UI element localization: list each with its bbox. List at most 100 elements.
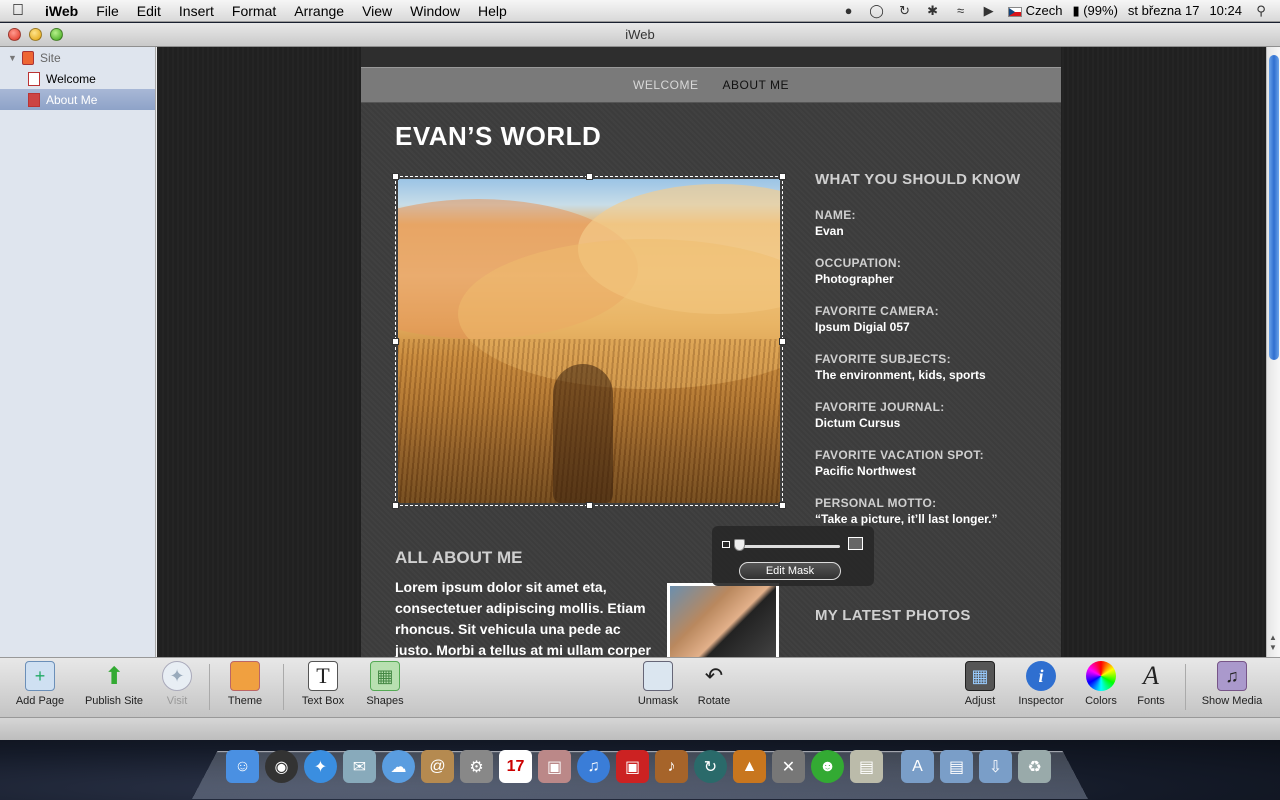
fact-journal: FAVORITE JOURNAL: Dictum Cursus xyxy=(815,400,945,430)
iphoto-icon[interactable]: ▣ xyxy=(538,750,571,783)
fact-occupation: OCCUPATION: Photographer xyxy=(815,256,902,286)
menu-app[interactable]: iWeb xyxy=(36,3,87,19)
apple-menu-icon[interactable]:  xyxy=(0,2,36,20)
add-page-icon: + xyxy=(25,661,55,691)
close-window-button[interactable] xyxy=(8,28,21,41)
resize-handle[interactable] xyxy=(586,173,593,180)
rotate-icon: ↶ xyxy=(704,663,724,688)
dock: ☺ ◉ ✦ ✉ ☁ @ ⚙ 17 ▣ ♫ ▣ ♪ ↻ ▲ ✕ ☻ ▤ A ▤ ⇩… xyxy=(226,750,1051,783)
desert-landscape-photo[interactable] xyxy=(398,179,780,503)
fact-name: NAME: Evan xyxy=(815,208,856,238)
site-navbar: WELCOME ABOUT ME xyxy=(361,67,1061,103)
latest-photos-heading[interactable]: MY LATEST PHOTOS xyxy=(815,607,971,624)
site-sidebar: ▼ Site Welcome About Me xyxy=(0,47,156,657)
scroll-arrows-icon[interactable]: ▲ ▼ xyxy=(1269,633,1277,653)
photographer-photo[interactable] xyxy=(667,583,779,657)
x11-icon[interactable]: ✕ xyxy=(772,750,805,783)
resize-handle[interactable] xyxy=(586,502,593,509)
input-language[interactable]: Czech xyxy=(1007,3,1062,18)
media-icon: ♫ xyxy=(1217,661,1247,691)
resize-handle[interactable] xyxy=(779,502,786,509)
czech-flag-icon xyxy=(1007,6,1022,17)
garageband-icon[interactable]: ♪ xyxy=(655,750,688,783)
mask-size-slider[interactable] xyxy=(738,545,840,548)
person-page-icon xyxy=(28,92,40,107)
menu-bar:  iWeb File Edit Insert Format Arrange V… xyxy=(0,0,1280,22)
iweb-dock-icon[interactable]: ▲ xyxy=(733,750,766,783)
add-page-button[interactable]: + Add Page xyxy=(0,661,80,707)
rotate-button[interactable]: ↶ Rotate xyxy=(674,661,754,707)
spotlight-search-icon[interactable]: ⚲ xyxy=(1252,3,1270,19)
vertical-scrollbar[interactable]: ▲ ▼ xyxy=(1266,47,1280,657)
volume-icon[interactable]: ▶ xyxy=(980,3,998,19)
mail-icon[interactable]: ✉ xyxy=(343,750,376,783)
sidebar-item-welcome[interactable]: Welcome xyxy=(0,68,155,89)
site-icon xyxy=(22,50,34,65)
sidebar-site[interactable]: ▼ Site xyxy=(0,47,155,68)
menu-view[interactable]: View xyxy=(353,3,401,19)
page-canvas[interactable]: WELCOME ABOUT ME EVAN’S WORLD WHAT YOU S… xyxy=(157,47,1266,657)
edit-mask-button[interactable]: Edit Mask xyxy=(739,562,841,580)
robot-status-icon[interactable]: ● xyxy=(840,3,858,19)
about-heading[interactable]: ALL ABOUT ME xyxy=(395,548,523,568)
time-machine-dock-icon[interactable]: ↻ xyxy=(694,750,727,783)
selected-photo-frame[interactable] xyxy=(392,173,786,509)
address-book-icon[interactable]: @ xyxy=(421,750,454,783)
resize-handle[interactable] xyxy=(392,173,399,180)
menu-window[interactable]: Window xyxy=(401,3,469,19)
safari-icon[interactable]: ✦ xyxy=(304,750,337,783)
show-media-button[interactable]: ♫ Show Media xyxy=(1192,661,1272,707)
resize-handle[interactable] xyxy=(392,338,399,345)
battery-icon: ▮ xyxy=(1072,2,1080,18)
text-box-icon: T xyxy=(308,661,338,691)
trash-icon[interactable]: ♻ xyxy=(1018,750,1051,783)
itunes-icon[interactable]: ♫ xyxy=(577,750,610,783)
menu-file[interactable]: File xyxy=(87,3,128,19)
resize-handle[interactable] xyxy=(779,173,786,180)
site-title[interactable]: EVAN’S WORLD xyxy=(395,121,601,152)
preview-icon[interactable]: ▤ xyxy=(850,750,883,783)
applications-folder-icon[interactable]: A xyxy=(901,750,934,783)
dashboard-icon[interactable]: ◉ xyxy=(265,750,298,783)
facts-column[interactable]: WHAT YOU SHOULD KNOW NAME: Evan OCCUPATI… xyxy=(815,171,1045,544)
web-page[interactable]: WELCOME ABOUT ME EVAN’S WORLD WHAT YOU S… xyxy=(361,47,1061,657)
time-machine-icon[interactable]: ↻ xyxy=(896,3,914,19)
menu-format[interactable]: Format xyxy=(223,3,285,19)
resize-handle[interactable] xyxy=(779,338,786,345)
wifi-icon[interactable]: ≈ xyxy=(952,3,970,19)
menu-insert[interactable]: Insert xyxy=(170,3,223,19)
resize-handle[interactable] xyxy=(392,502,399,509)
bluetooth-icon[interactable]: ✱ xyxy=(924,3,942,19)
about-body-text[interactable]: Lorem ipsum dolor sit amet eta, consecte… xyxy=(395,577,657,657)
unmask-icon xyxy=(643,661,673,691)
ical-icon[interactable]: 17 xyxy=(499,750,532,783)
nav-link-about-me[interactable]: ABOUT ME xyxy=(723,78,789,92)
toolbar-separator xyxy=(1185,664,1186,710)
minimize-window-button[interactable] xyxy=(29,28,42,41)
clock-date[interactable]: st března 17 xyxy=(1128,3,1200,18)
battery-status[interactable]: ▮ (99%) xyxy=(1072,3,1117,19)
sidebar-item-about-me[interactable]: About Me xyxy=(0,89,155,110)
adium-icon[interactable]: ☻ xyxy=(811,750,844,783)
fonts-button[interactable]: A Fonts xyxy=(1111,661,1191,707)
theme-button[interactable]: Theme xyxy=(205,661,285,707)
menu-help[interactable]: Help xyxy=(469,3,516,19)
photo-booth-icon[interactable]: ▣ xyxy=(616,750,649,783)
downloads-folder-icon[interactable]: ⇩ xyxy=(979,750,1012,783)
scroll-thumb[interactable] xyxy=(1269,55,1279,360)
disclosure-triangle-icon[interactable]: ▼ xyxy=(8,53,22,63)
shapes-button[interactable]: ▦ Shapes xyxy=(345,661,425,707)
fact-subjects: FAVORITE SUBJECTS: The environment, kids… xyxy=(815,352,986,382)
chat-bubble-icon[interactable]: ◯ xyxy=(868,3,886,19)
menu-edit[interactable]: Edit xyxy=(128,3,170,19)
window-bottom-bar xyxy=(0,717,1280,740)
slider-knob[interactable] xyxy=(734,539,745,551)
clock-time[interactable]: 10:24 xyxy=(1209,3,1242,18)
documents-folder-icon[interactable]: ▤ xyxy=(940,750,973,783)
zoom-window-button[interactable] xyxy=(50,28,63,41)
system-preferences-icon[interactable]: ⚙ xyxy=(460,750,493,783)
finder-icon[interactable]: ☺ xyxy=(226,750,259,783)
ichat-icon[interactable]: ☁ xyxy=(382,750,415,783)
nav-link-welcome[interactable]: WELCOME xyxy=(633,78,699,92)
menu-arrange[interactable]: Arrange xyxy=(285,3,353,19)
